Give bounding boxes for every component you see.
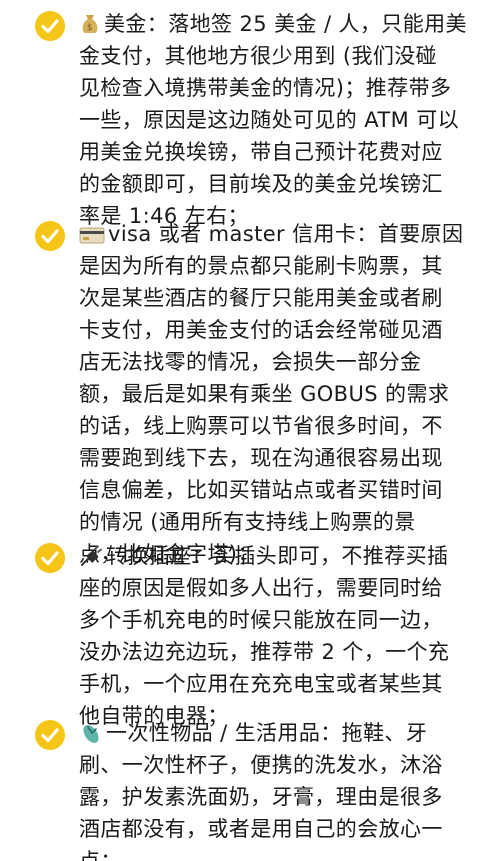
checkmark-icon <box>35 543 65 573</box>
text-line: 用美金兑换埃镑，带自己预计花费对应 <box>79 140 443 164</box>
text-line: 酒店都没有，或者是用自己的会放心一 <box>79 817 443 841</box>
text-line: 额，最后是如果有乘坐 GOBUS 的需求 <box>79 382 450 406</box>
text-line: $ 美金：落地签 25 美金 / 人，只能用美 <box>79 8 479 40</box>
text-line: 的金额即可，目前埃及的美金兑埃镑汇 <box>79 172 443 196</box>
text-line: 卡支付，用美金支付的话会经常碰见酒 <box>79 318 443 342</box>
text-line: 露，护发素洗面奶，牙膏，理由是很多 <box>79 785 443 809</box>
text-line: 刷、一次性杯子，便携的洗发水，沐浴 <box>79 753 443 777</box>
text-line: visa 或者 master 信用卡：首要原因 <box>79 218 479 250</box>
text-line: 的情况 (通用所有支持线上购票的景 <box>79 510 416 534</box>
list-item-text: 一次性物品 / 生活用品：拖鞋、牙 刷、一次性杯子，便携的洗发水，沐浴 露，护发… <box>79 717 479 861</box>
text-line: 信息偏差，比如买错站点或者买错时间 <box>79 478 443 502</box>
text-line: 需要跑到线下去，现在沟通很容易出现 <box>79 446 443 470</box>
text-line: 金支付，其他地方很少用到 (我们没碰 <box>79 44 438 68</box>
text-line: 次是某些酒店的餐厅只能用美金或者刷 <box>79 286 443 310</box>
list-item-text: visa 或者 master 信用卡：首要原因 是因为所有的景点都只能刷卡购票，… <box>79 218 479 570</box>
list-item-text: 转换插座：买插头即可，不推荐买插 座的原因是假如多人出行，需要同时给 多个手机充… <box>79 540 479 732</box>
text-line: 座的原因是假如多人出行，需要同时给 <box>79 576 443 600</box>
text-line: 见检查入境携带美金的情况)；推荐带多 <box>79 76 452 100</box>
text-line: 一些，原因是这边随处可见的 ATM 可以 <box>79 108 460 132</box>
text-line: 店无法找零的情况，会损失一部分金 <box>79 350 422 374</box>
text-line: 多个手机充电的时候只能放在同一边， <box>79 608 443 632</box>
checkmark-icon <box>35 720 65 750</box>
text-line: 转换插座：买插头即可，不推荐买插 <box>79 540 479 572</box>
text-line: 手机，一个应用在充充电宝或者某些其 <box>79 672 443 696</box>
text-line: 的话，线上购票可以节省很多时间，不 <box>79 414 443 438</box>
list-item-text: $ 美金：落地签 25 美金 / 人，只能用美 金支付，其他地方很少用到 (我们没… <box>79 8 479 232</box>
document-page: $ 美金：落地签 25 美金 / 人，只能用美 金支付，其他地方很少用到 (我们没… <box>0 0 500 861</box>
text-line: 是因为所有的景点都只能刷卡购票，其 <box>79 254 443 278</box>
checkmark-icon <box>35 11 65 41</box>
checkmark-icon <box>35 221 65 251</box>
text-line: 点； <box>79 849 122 861</box>
svg-text:$: $ <box>87 23 93 33</box>
text-line: 没办法边充边玩，推荐带 2 个，一个充 <box>79 640 450 664</box>
text-line: 一次性物品 / 生活用品：拖鞋、牙 <box>79 717 479 749</box>
